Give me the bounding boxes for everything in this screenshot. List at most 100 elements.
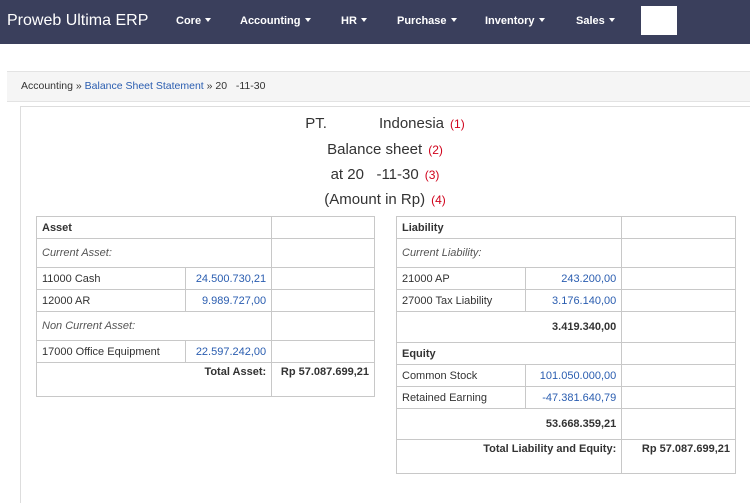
menu-accounting[interactable]: Accounting (240, 15, 311, 31)
liability-equity-table: Liability Current Liability: 21000 AP 24… (395, 216, 736, 474)
breadcrumb: Accounting » Balance Sheet Statement » 2… (7, 71, 750, 102)
breadcrumb-current: 20 -11-30 (215, 80, 266, 92)
menu-sales[interactable]: Sales (576, 15, 615, 31)
table-row: Current Asset: (35, 238, 375, 268)
empty-cell (621, 386, 736, 409)
marker-1: (1) (450, 117, 465, 131)
empty-cell (621, 342, 736, 365)
menu-sales-label: Sales (576, 15, 605, 27)
non-current-asset-label: Non Current Asset: (35, 311, 273, 341)
account-amount[interactable]: 3.176.140,00 (525, 289, 623, 312)
liability-heading: Liability (395, 216, 623, 239)
empty-cell (621, 289, 736, 312)
table-row: 12000 AR 9.989.727,00 (35, 289, 375, 312)
company-name-left: PT. (305, 115, 327, 132)
equity-subtotal: 53.668.359,21 (395, 408, 623, 440)
menu-accounting-label: Accounting (240, 15, 301, 27)
menu-purchase[interactable]: Purchase (397, 15, 457, 31)
liability-subtotal: 3.419.340,00 (395, 311, 623, 343)
menu-inventory[interactable]: Inventory (485, 15, 545, 31)
menu-inventory-label: Inventory (485, 15, 535, 27)
account-name: 17000 Office Equipment (35, 340, 187, 363)
table-row: Total Liability and Equity: Rp 57.087.69… (395, 439, 736, 474)
account-amount[interactable]: 22.597.242,00 (185, 340, 273, 363)
empty-cell (271, 216, 375, 239)
table-row: 11000 Cash 24.500.730,21 (35, 267, 375, 290)
current-asset-label: Current Asset: (35, 238, 273, 268)
table-row: Common Stock 101.050.000,00 (395, 364, 736, 387)
table-row: Current Liability: (395, 238, 736, 268)
report-title: Balance sheet (2) (20, 141, 750, 158)
menu-hr-label: HR (341, 15, 357, 27)
caret-down-icon (360, 18, 367, 22)
account-amount[interactable]: -47.381.640,79 (525, 386, 623, 409)
report-currency: (Amount in Rp) (4) (20, 191, 750, 208)
report-date-text: at 20 -11-30 (330, 166, 419, 183)
account-name: 27000 Tax Liability (395, 289, 527, 312)
nav-white-box (641, 6, 677, 35)
empty-cell (621, 364, 736, 387)
table-row: 27000 Tax Liability 3.176.140,00 (395, 289, 736, 312)
report-currency-text: (Amount in Rp) (324, 191, 426, 208)
top-navbar: Proweb Ultima ERP Core Accounting HR Pur… (0, 0, 750, 44)
empty-cell (621, 311, 736, 343)
empty-cell (621, 238, 736, 268)
menu-purchase-label: Purchase (397, 15, 447, 27)
caret-down-icon (538, 18, 545, 22)
empty-cell (621, 267, 736, 290)
total-asset-value: Rp 57.087.699,21 (271, 362, 375, 397)
table-row: Liability (395, 216, 736, 239)
menu-core-label: Core (176, 15, 202, 27)
table-row: 3.419.340,00 (395, 311, 736, 343)
account-name: 11000 Cash (35, 267, 187, 290)
report-date: at 20 -11-30 (3) (20, 166, 750, 183)
account-name: 12000 AR (35, 289, 187, 312)
caret-down-icon (608, 18, 615, 22)
marker-2: (2) (428, 143, 443, 157)
company-name: PT. Indonesia (1) (20, 115, 750, 132)
empty-cell (271, 289, 375, 312)
asset-heading: Asset (35, 216, 273, 239)
empty-cell (271, 238, 375, 268)
account-amount[interactable]: 9.989.727,00 (185, 289, 273, 312)
equity-heading: Equity (395, 342, 623, 365)
table-row: Asset (35, 216, 375, 239)
caret-down-icon (450, 18, 457, 22)
company-name-right: Indonesia (378, 115, 445, 132)
table-row: Non Current Asset: (35, 311, 375, 341)
brand-logo[interactable]: Proweb Ultima ERP (7, 12, 148, 30)
empty-cell (271, 267, 375, 290)
account-amount[interactable]: 101.050.000,00 (525, 364, 623, 387)
account-name: Retained Earning (395, 386, 527, 409)
account-name: 21000 AP (395, 267, 527, 290)
table-row: 53.668.359,21 (395, 408, 736, 440)
marker-3: (3) (424, 168, 440, 182)
table-row: Retained Earning -47.381.640,79 (395, 386, 736, 409)
breadcrumb-root: Accounting (21, 80, 73, 92)
menu-hr[interactable]: HR (341, 15, 367, 31)
total-asset-label: Total Asset: (35, 362, 273, 397)
current-liability-label: Current Liability: (395, 238, 623, 268)
breadcrumb-separator: » (72, 80, 85, 92)
menu-core[interactable]: Core (176, 15, 212, 31)
table-row: 17000 Office Equipment 22.597.242,00 (35, 340, 375, 363)
total-liability-equity-value: Rp 57.087.699,21 (621, 439, 736, 474)
account-name: Common Stock (395, 364, 527, 387)
breadcrumb-link-balance-sheet[interactable]: Balance Sheet Statement (85, 80, 204, 92)
empty-cell (621, 216, 736, 239)
asset-table: Asset Current Asset: 11000 Cash 24.500.7… (35, 216, 375, 397)
table-row: 21000 AP 243.200,00 (395, 267, 736, 290)
table-row: Total Asset: Rp 57.087.699,21 (35, 362, 375, 397)
empty-cell (271, 340, 375, 363)
report-title-text: Balance sheet (327, 141, 423, 158)
caret-down-icon (205, 18, 212, 22)
empty-cell (621, 408, 736, 440)
marker-4: (4) (431, 193, 446, 207)
breadcrumb-separator: » (203, 80, 216, 92)
table-row: Equity (395, 342, 736, 365)
caret-down-icon (304, 18, 311, 22)
total-liability-equity-label: Total Liability and Equity: (395, 439, 623, 474)
empty-cell (271, 311, 375, 341)
account-amount[interactable]: 24.500.730,21 (185, 267, 273, 290)
account-amount[interactable]: 243.200,00 (525, 267, 623, 290)
